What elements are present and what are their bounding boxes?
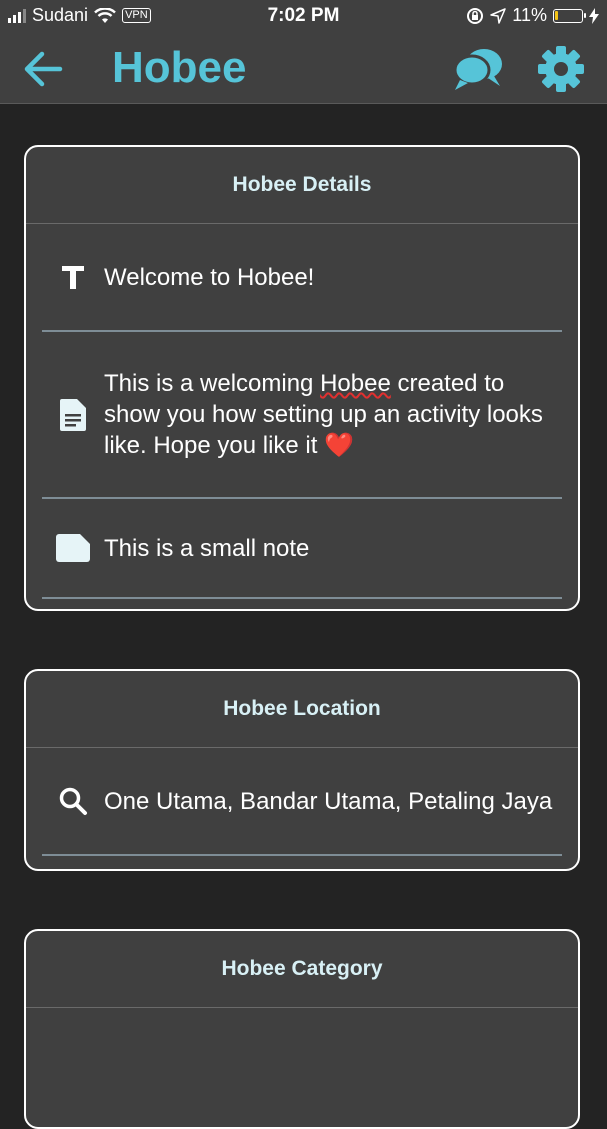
app-title: Hobee xyxy=(112,43,247,92)
rotation-lock-icon xyxy=(467,7,484,24)
location-value: One Utama, Bandar Utama, Petaling Jaya xyxy=(104,787,553,815)
settings-button[interactable] xyxy=(536,44,586,94)
misspelled-word: Hobee xyxy=(320,370,391,397)
arrow-left-icon xyxy=(24,51,63,87)
document-icon xyxy=(42,398,104,431)
back-button[interactable] xyxy=(22,48,64,90)
location-card: Hobee Location One Utama, Bandar Utama, … xyxy=(24,669,580,871)
category-card: Hobee Category xyxy=(24,929,580,1129)
location-field[interactable]: One Utama, Bandar Utama, Petaling Jaya xyxy=(42,748,562,856)
gear-icon xyxy=(538,46,584,92)
details-card: Hobee Details Welcome to Hobee! This is … xyxy=(24,145,580,611)
details-header: Hobee Details xyxy=(26,147,578,224)
title-field[interactable]: Welcome to Hobee! xyxy=(42,224,562,332)
location-header: Hobee Location xyxy=(26,671,578,748)
note-icon xyxy=(42,534,104,562)
chat-bubbles-icon xyxy=(453,49,502,90)
app-bar: Hobee xyxy=(0,34,607,104)
search-icon xyxy=(42,786,104,816)
chat-button[interactable] xyxy=(452,46,504,92)
battery-percent: 11% xyxy=(512,5,547,25)
description-value: This is a welcoming Hobee created to sho… xyxy=(104,368,562,461)
description-field[interactable]: This is a welcoming Hobee created to sho… xyxy=(42,332,562,499)
title-value: Welcome to Hobee! xyxy=(104,263,315,291)
description-text-start: This is a welcoming xyxy=(104,370,321,397)
status-right: 11% xyxy=(466,5,599,26)
category-header: Hobee Category xyxy=(26,931,578,1008)
location-arrow-icon xyxy=(490,7,507,24)
battery-icon xyxy=(553,8,586,23)
note-field[interactable]: This is a small note xyxy=(42,499,562,599)
status-bar: Sudani VPN 7:02 PM 11% xyxy=(0,0,607,34)
charging-bolt-icon xyxy=(589,7,599,24)
note-value: This is a small note xyxy=(104,534,310,562)
text-format-icon xyxy=(42,264,104,290)
